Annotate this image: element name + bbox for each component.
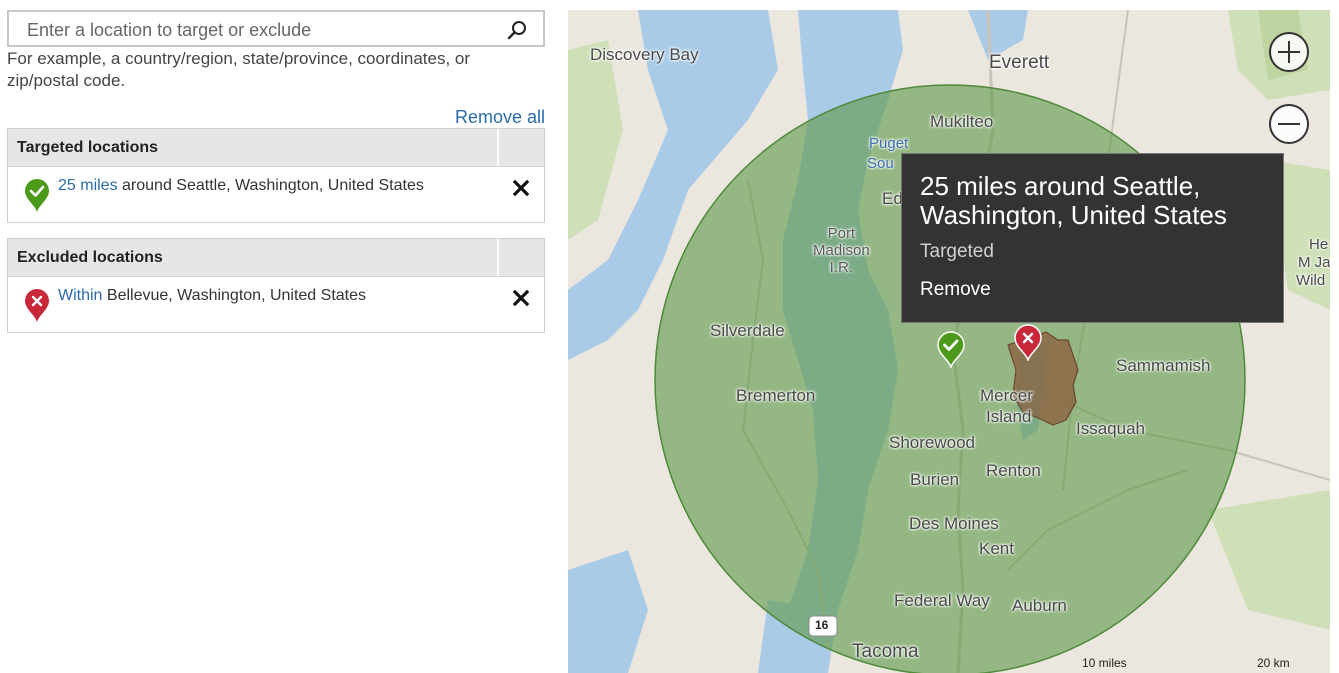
exclude-x-pin-icon: [25, 289, 49, 322]
targeted-header-action-col: [497, 129, 544, 166]
map-label-port-madison: Port Madison I.R.: [813, 225, 870, 276]
excluded-header-action-col: [497, 239, 544, 276]
map-label-shorewood: Shorewood: [889, 433, 976, 452]
popup-status: Targeted: [920, 241, 994, 262]
scale-miles: 10 miles: [1082, 656, 1127, 670]
excluded-locations-table: Excluded locations Within Bellevue, Wash…: [7, 238, 545, 333]
zoom-out-minus-icon: [1278, 123, 1300, 125]
targeted-location-description: 25 miles around Seattle, Washington, Uni…: [58, 177, 424, 195]
map-label-mercer: Mercer: [980, 386, 1033, 405]
targeted-location-text: around Seattle, Washington, United State…: [117, 177, 424, 194]
map-label-renton: Renton: [986, 461, 1041, 480]
map-label-madison: Madison: [813, 242, 870, 259]
zoom-out-button[interactable]: [1269, 104, 1309, 144]
map-label-mukilteo: Mukilteo: [930, 112, 994, 131]
scale-km: 20 km: [1257, 656, 1290, 670]
targeted-header: Targeted locations: [8, 129, 544, 167]
location-search-input[interactable]: [25, 19, 499, 42]
targeted-map-pin-icon[interactable]: [936, 330, 966, 368]
targeted-locations-table: Targeted locations 25 miles around Seatt…: [7, 128, 545, 223]
excluded-header-title: Excluded locations: [17, 249, 163, 266]
remove-all-link[interactable]: Remove all: [455, 107, 545, 128]
targeted-header-title: Targeted locations: [17, 139, 159, 156]
map-label-sound: Sou: [867, 155, 894, 172]
excluded-location-text: Bellevue, Washington, United States: [102, 287, 367, 304]
map-label-edge-2: M Ja: [1298, 254, 1330, 271]
map-label-kent: Kent: [979, 539, 1014, 558]
map-label-everett: Everett: [989, 52, 1050, 73]
map-label-federal-way: Federal Way: [894, 591, 990, 610]
location-map[interactable]: Discovery Bay Everett Mukilteo Puget Sou…: [568, 10, 1330, 673]
map-label-edge-3: Wild: [1296, 272, 1326, 289]
search-icon[interactable]: [507, 20, 527, 40]
target-check-pin-icon: [25, 179, 49, 212]
map-label-silverdale: Silverdale: [710, 321, 785, 340]
map-label-bremerton: Bremerton: [736, 386, 816, 405]
map-label-burien: Burien: [910, 470, 960, 489]
targeted-location-row: 25 miles around Seattle, Washington, Uni…: [8, 167, 544, 223]
remove-targeted-close-icon[interactable]: [512, 179, 530, 197]
excluded-location-row: Within Bellevue, Washington, United Stat…: [8, 277, 544, 333]
map-label-issaquah: Issaquah: [1076, 419, 1145, 438]
zoom-in-button[interactable]: [1269, 32, 1309, 72]
within-link[interactable]: Within: [58, 287, 102, 304]
excluded-header: Excluded locations: [8, 239, 544, 277]
map-label-puget: Puget: [869, 135, 909, 152]
map-label-edmonds: Ed: [882, 189, 903, 208]
map-label-des-moines: Des Moines: [909, 514, 999, 533]
popup-remove-link[interactable]: Remove: [920, 279, 991, 301]
map-label-tacoma: Tacoma: [852, 641, 919, 662]
popup-title: 25 miles around Seattle, Washington, Uni…: [920, 171, 1227, 230]
map-label-discovery-bay: Discovery Bay: [590, 45, 699, 64]
location-search-field[interactable]: [7, 10, 545, 47]
map-label-auburn: Auburn: [1012, 596, 1067, 615]
map-label-sammamish: Sammamish: [1116, 356, 1211, 375]
map-label-island: Island: [986, 407, 1032, 426]
excluded-location-description: Within Bellevue, Washington, United Stat…: [58, 287, 366, 305]
radius-link[interactable]: 25 miles: [58, 177, 118, 194]
map-label-edge-1: He: [1309, 236, 1329, 253]
map-label-port: Port: [827, 225, 856, 242]
excluded-map-pin-icon[interactable]: [1013, 323, 1043, 361]
location-info-popup: 25 miles around Seattle, Washington, Uni…: [901, 153, 1284, 323]
route-16-shield: 16: [815, 618, 829, 632]
map-label-ir: I.R.: [829, 259, 854, 276]
zoom-in-plus-icon-vertical: [1288, 41, 1290, 63]
remove-excluded-close-icon[interactable]: [512, 289, 530, 307]
search-hint: For example, a country/region, state/pro…: [7, 49, 471, 90]
